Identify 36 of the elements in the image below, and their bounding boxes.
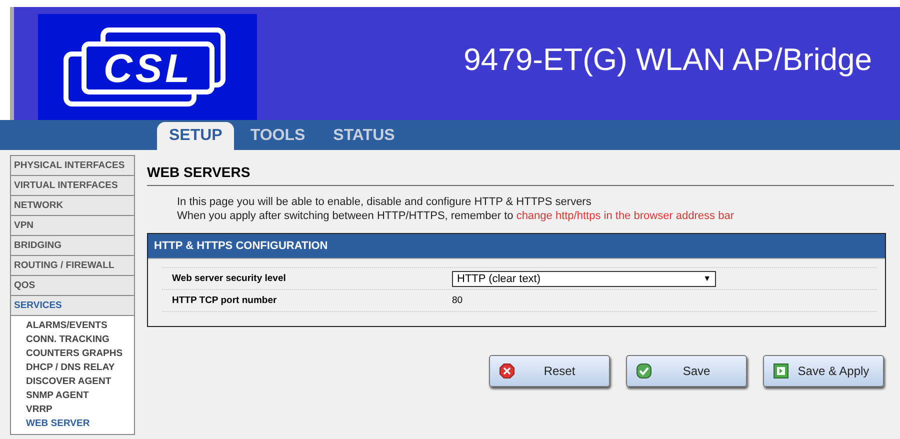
field-label: HTTP TCP port number <box>171 295 278 306</box>
security-level-select[interactable]: HTTP (clear text) ▼ <box>452 270 716 286</box>
field-value: 80 <box>452 295 463 306</box>
submenu-item[interactable]: SNMP AGENT <box>26 389 134 403</box>
submenu-item[interactable]: WEB SERVER <box>26 417 134 431</box>
save-button[interactable]: Save <box>626 355 747 387</box>
nav-tab[interactable]: TOOLS <box>238 122 318 150</box>
close-icon <box>499 363 515 379</box>
submenu-item[interactable]: COUNTERS GRAPHS <box>26 347 134 361</box>
note-text: When you apply after switching between HTTP/HTTPS, remember to change http/https in the browser address bar <box>177 209 735 223</box>
reset-button[interactable]: Reset <box>489 355 610 387</box>
apply-button[interactable]: Save & Apply <box>763 355 884 387</box>
checkmark-icon <box>636 363 652 379</box>
sidebar-item[interactable]: BRIDGING <box>10 236 135 256</box>
intro-text: In this page you will be able to enable, disable and configure HTTP & HTTPS servers <box>177 195 592 209</box>
panel-title: HTTP & HTTPS CONFIGURATION <box>148 234 885 259</box>
address-bar-link[interactable]: change http/https in the browser address bar <box>516 210 734 222</box>
sidebar-item[interactable]: SERVICES <box>10 296 135 316</box>
product-title: 9479-ET(G) WLAN AP/Bridge <box>462 41 873 79</box>
nav-tab[interactable]: SETUP <box>157 122 234 150</box>
submenu-item[interactable]: VRRP <box>26 403 134 417</box>
play-icon <box>773 363 789 379</box>
sidebar-item[interactable]: VPN <box>10 216 135 236</box>
page-title: WEB SERVERS <box>147 164 894 186</box>
logo: CSL <box>38 14 257 120</box>
sidebar-item[interactable]: QOS <box>10 276 135 296</box>
nav-tab[interactable]: STATUS <box>321 122 407 150</box>
sidebar-item[interactable]: ROUTING / FIREWALL <box>10 256 135 276</box>
submenu-item[interactable]: DISCOVER AGENT <box>26 375 134 389</box>
submenu-item[interactable]: DHCP / DNS RELAY <box>26 361 134 375</box>
sidebar-item[interactable]: NETWORK <box>10 196 135 216</box>
submenu-item[interactable]: CONN. TRACKING <box>26 333 134 347</box>
field-label: Web server security level <box>171 273 287 284</box>
sidebar-item[interactable]: VIRTUAL INTERFACES <box>10 176 135 196</box>
sidebar-item[interactable]: PHYSICAL INTERFACES <box>10 155 135 176</box>
submenu-item[interactable]: ALARMS/EVENTS <box>26 319 134 333</box>
